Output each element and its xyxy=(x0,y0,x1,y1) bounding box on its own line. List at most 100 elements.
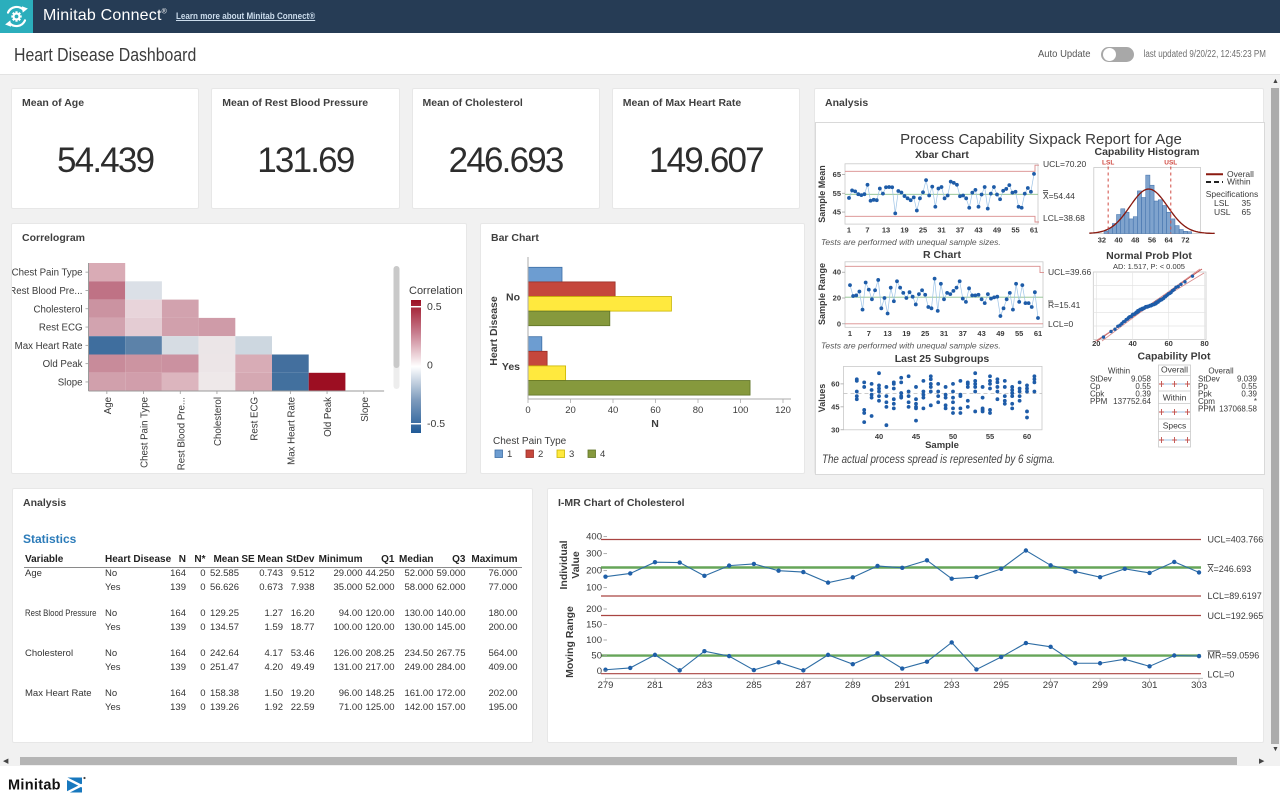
svg-text:19: 19 xyxy=(902,329,910,338)
svg-text:Chest Pain Type: Chest Pain Type xyxy=(493,436,567,447)
svg-text:45: 45 xyxy=(912,432,920,441)
svg-text:UCL=70.20: UCL=70.20 xyxy=(1043,159,1087,169)
svg-text:299: 299 xyxy=(1092,680,1108,691)
svg-text:48: 48 xyxy=(1131,236,1139,245)
svg-text:Chest Pain Type: Chest Pain Type xyxy=(12,268,83,279)
svg-text:Tests are performed with unequ: Tests are performed with unequal sample … xyxy=(821,341,1001,351)
svg-text:Old Peak: Old Peak xyxy=(43,359,83,370)
svg-text:61: 61 xyxy=(1030,226,1038,235)
svg-text:25: 25 xyxy=(921,329,929,338)
svg-text:Correlation: Correlation xyxy=(409,285,463,297)
svg-text:20: 20 xyxy=(833,294,841,303)
svg-text:X=54.44: X=54.44 xyxy=(1043,191,1075,201)
svg-text:PPM: PPM xyxy=(1198,405,1216,414)
svg-text:R=15.41: R=15.41 xyxy=(1048,300,1081,310)
svg-text:Xbar Chart: Xbar Chart xyxy=(915,149,969,161)
svg-text:Moving Range: Moving Range xyxy=(564,606,576,678)
svg-text:295: 295 xyxy=(993,680,1009,691)
svg-text:100: 100 xyxy=(586,583,602,594)
svg-text:Individual: Individual xyxy=(558,540,570,589)
svg-text:150: 150 xyxy=(586,620,602,631)
svg-text:7: 7 xyxy=(867,329,871,338)
svg-text:R Chart: R Chart xyxy=(923,249,961,261)
svg-text:No: No xyxy=(506,292,520,304)
svg-text:65: 65 xyxy=(833,170,841,179)
svg-text:43: 43 xyxy=(977,329,985,338)
svg-text:100: 100 xyxy=(733,405,749,416)
svg-text:30: 30 xyxy=(831,425,839,434)
svg-text:1: 1 xyxy=(848,329,852,338)
svg-text:N: N xyxy=(651,418,659,430)
svg-text:The actual process spread is r: The actual process spread is represented… xyxy=(822,454,1055,466)
svg-text:Capability Plot: Capability Plot xyxy=(1138,351,1211,363)
svg-text:25: 25 xyxy=(919,226,927,235)
svg-text:4: 4 xyxy=(600,449,605,460)
svg-text:80: 80 xyxy=(1200,339,1208,348)
svg-text:303: 303 xyxy=(1191,680,1207,691)
svg-text:Rest ECG: Rest ECG xyxy=(250,397,261,441)
svg-text:Sample Mean: Sample Mean xyxy=(817,165,827,223)
svg-text:USL: USL xyxy=(1214,207,1231,217)
svg-text:80: 80 xyxy=(693,405,704,416)
svg-text:279: 279 xyxy=(598,680,614,691)
svg-text:20: 20 xyxy=(565,405,576,416)
svg-text:287: 287 xyxy=(795,680,811,691)
svg-text:40: 40 xyxy=(833,268,841,277)
svg-text:291: 291 xyxy=(894,680,910,691)
svg-text:60: 60 xyxy=(1023,432,1031,441)
svg-text:Sample: Sample xyxy=(925,440,959,451)
svg-text:UCL=192.965: UCL=192.965 xyxy=(1208,611,1264,621)
svg-text:60: 60 xyxy=(650,405,661,416)
svg-text:Overall: Overall xyxy=(1161,365,1188,375)
svg-text:72: 72 xyxy=(1181,236,1189,245)
svg-text:Value: Value xyxy=(570,551,582,579)
svg-text:LCL=89.6197: LCL=89.6197 xyxy=(1208,591,1262,601)
svg-text:37: 37 xyxy=(956,226,964,235)
svg-text:3: 3 xyxy=(569,449,574,460)
svg-text:19: 19 xyxy=(900,226,908,235)
svg-text:Slope: Slope xyxy=(58,377,83,388)
svg-text:55: 55 xyxy=(1011,226,1019,235)
svg-text:61: 61 xyxy=(1034,329,1042,338)
svg-text:Slope: Slope xyxy=(360,397,371,422)
svg-text:31: 31 xyxy=(940,329,948,338)
svg-text:289: 289 xyxy=(845,680,861,691)
svg-text:0: 0 xyxy=(427,360,433,372)
svg-text:X=246.693: X=246.693 xyxy=(1208,564,1252,574)
svg-text:Tests are performed with unequ: Tests are performed with unequal sample … xyxy=(821,237,1001,247)
svg-text:LCL=0: LCL=0 xyxy=(1048,319,1074,329)
svg-text:Max Heart Rate: Max Heart Rate xyxy=(15,341,83,352)
svg-text:Chest Pain Type: Chest Pain Type xyxy=(140,397,151,468)
svg-text:283: 283 xyxy=(696,680,712,691)
svg-text:MR=59.0596: MR=59.0596 xyxy=(1208,651,1260,661)
svg-text:301: 301 xyxy=(1142,680,1158,691)
svg-text:0: 0 xyxy=(525,405,530,416)
svg-text:Capability Histogram: Capability Histogram xyxy=(1094,146,1199,158)
svg-text:49: 49 xyxy=(996,329,1004,338)
svg-text:100: 100 xyxy=(586,635,602,646)
svg-text:Yes: Yes xyxy=(502,361,520,373)
svg-text:1: 1 xyxy=(507,449,512,460)
svg-text:137752.64: 137752.64 xyxy=(1113,397,1151,406)
svg-text:Max Heart Rate: Max Heart Rate xyxy=(286,397,297,465)
svg-text:Values: Values xyxy=(817,384,827,413)
svg-text:13: 13 xyxy=(882,226,890,235)
svg-text:Within: Within xyxy=(1227,177,1251,187)
svg-text:Specs: Specs xyxy=(1163,421,1187,431)
svg-text:40: 40 xyxy=(1114,236,1122,245)
svg-text:43: 43 xyxy=(974,226,982,235)
svg-text:Within: Within xyxy=(1163,393,1187,403)
svg-text:Age: Age xyxy=(103,397,114,414)
svg-text:31: 31 xyxy=(937,226,945,235)
svg-text:65: 65 xyxy=(1242,207,1252,217)
svg-text:PPM: PPM xyxy=(1090,397,1108,406)
svg-text:64: 64 xyxy=(1165,236,1174,245)
svg-text:45: 45 xyxy=(833,208,841,217)
svg-text:137068.58: 137068.58 xyxy=(1219,405,1257,414)
svg-text:37: 37 xyxy=(959,329,967,338)
svg-text:293: 293 xyxy=(944,680,960,691)
svg-text:-0.5: -0.5 xyxy=(427,418,445,430)
svg-text:13: 13 xyxy=(883,329,891,338)
svg-text:200: 200 xyxy=(586,604,602,615)
svg-text:UCL=39.66: UCL=39.66 xyxy=(1048,267,1092,277)
